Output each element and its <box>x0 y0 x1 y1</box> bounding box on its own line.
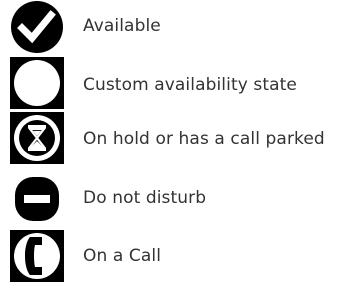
legend-item-label: Do not disturb <box>83 188 207 208</box>
legend-item-on-a-call: On a Call <box>0 228 362 284</box>
legend-item-label: On hold or has a call parked <box>83 129 325 149</box>
legend-item-label: On a Call <box>83 246 162 266</box>
available-checkmark-icon <box>0 0 64 56</box>
legend-item-custom-availability: Custom availability state <box>0 55 362 111</box>
legend-item-label: Custom availability state <box>83 75 297 95</box>
legend-item-label: Available <box>83 16 161 36</box>
status-legend: Available Custom availability state On h… <box>0 0 362 285</box>
do-not-disturb-icon <box>0 172 64 228</box>
phone-handset-icon <box>0 228 64 284</box>
legend-item-on-hold: On hold or has a call parked <box>0 110 362 166</box>
custom-availability-circle-icon <box>0 55 64 111</box>
legend-item-available: Available <box>0 0 362 56</box>
legend-item-do-not-disturb: Do not disturb <box>0 172 362 228</box>
hourglass-icon <box>0 110 64 166</box>
